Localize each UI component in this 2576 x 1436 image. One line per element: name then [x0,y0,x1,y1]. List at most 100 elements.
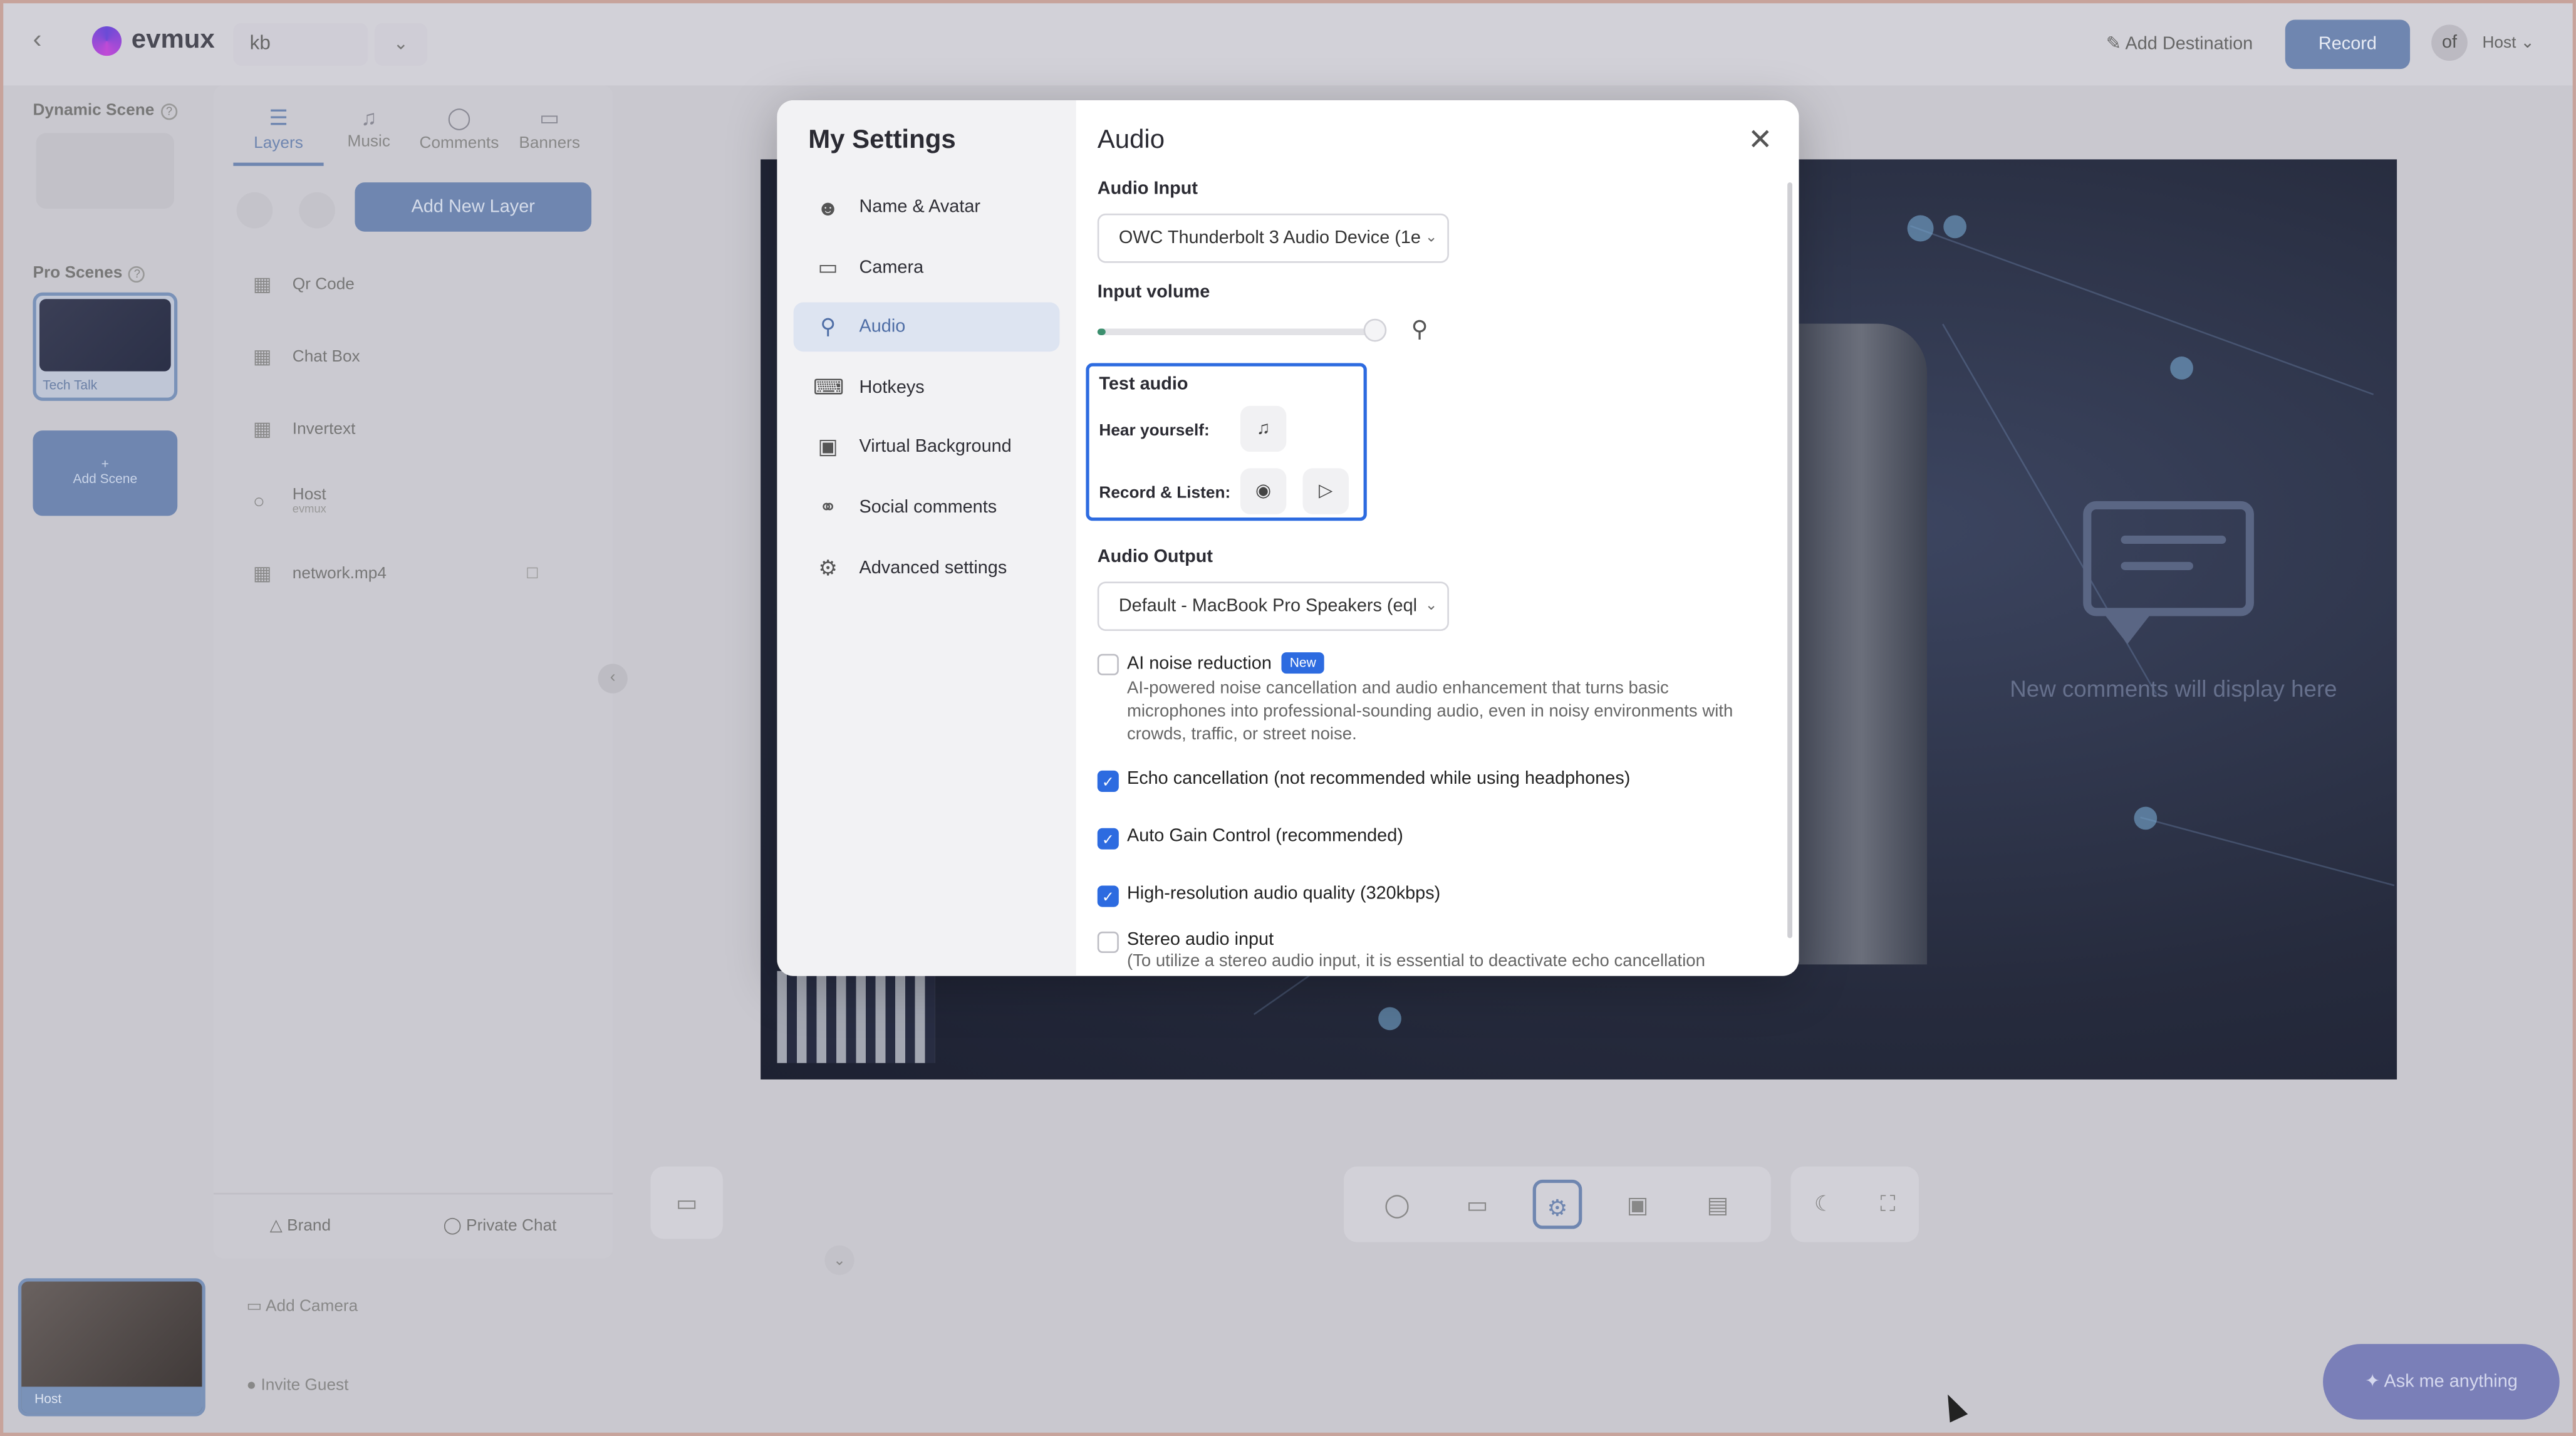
back-chevron-icon[interactable]: ‹ [33,26,41,56]
input-volume-slider[interactable] [1097,318,1386,342]
monitor-icon: ▭ [675,1189,698,1216]
sidebar-item-label: Social comments [859,497,997,518]
comments-icon: ◯ [447,105,472,130]
add-camera-button[interactable]: ▭ Add Camera [246,1298,358,1316]
sidebar-item-audio[interactable]: ⚲ Audio [793,303,1060,352]
collapse-panel-icon[interactable]: ‹ [598,663,628,694]
lock-icon[interactable]: ☐ [526,565,539,583]
grid-icon: ▦ [252,273,272,296]
sidebar-item-camera[interactable]: ▭ Camera [794,242,1060,292]
sidebar-item-hotkeys[interactable]: ⌨ Hotkeys [794,363,1060,412]
participant-name: Host [34,1392,62,1407]
brand-icon: △ [269,1217,283,1236]
private-chat-button[interactable]: ◯ Private Chat [443,1217,556,1236]
add-new-layer-button[interactable]: Add New Layer [355,182,592,232]
moon-icon[interactable]: ☾ [1814,1191,1834,1217]
play-icon: ▷ [1319,481,1333,501]
tab-label: Layers [254,135,303,153]
studio-dropdown-chevron-icon[interactable]: ⌄ [374,23,427,66]
hear-yourself-button[interactable]: ♫ [1240,405,1287,452]
tab-comments[interactable]: ◯ Comments [414,105,504,166]
audio-input-select[interactable]: OWC Thunderbolt 3 Audio Device (1e ⌄ [1097,213,1449,263]
speaker-muted-icon: ♫ [1256,419,1270,439]
person-icon: ○ [252,489,265,513]
list-item[interactable]: ▦ Invertext [214,393,613,465]
echo-cancellation-checkbox[interactable]: ✓ [1097,770,1119,792]
share-screen-icon: ▣ [1626,1191,1649,1218]
tab-layers[interactable]: ☰ Layers [233,105,324,166]
tab-banners[interactable]: ▭ Banners [504,105,595,166]
ai-noise-checkbox[interactable] [1097,653,1119,675]
media-controls: ◯ ▭ ⚙ ▣ ▤ [1344,1166,1771,1242]
layer-label: Qr Code [292,275,355,294]
mic-icon: ◯ [1384,1191,1410,1218]
avatar[interactable]: of [2431,24,2468,61]
close-icon[interactable]: ✕ [1748,123,1773,158]
help-icon[interactable]: ? [160,102,178,120]
app-window: ‹ evmux kb ⌄ ✎ Add Destination Record of… [0,0,2576,1436]
participant-tile[interactable]: Host [18,1278,205,1417]
dynamic-scene-thumbnail[interactable] [36,133,174,209]
ai-noise-label: AI noise reduction [1126,653,1272,674]
sidebar-item-social-comments[interactable]: ⚭ Social comments [794,483,1060,533]
chevron-down-icon[interactable]: ⌄ [824,1245,854,1275]
qr-code [777,970,935,1063]
audio-output-value: Default - MacBook Pro Speakers (eql [1118,596,1418,617]
list-item[interactable]: ▦ Chat Box [214,320,613,392]
network-node [2134,806,2158,830]
echo-label: Echo cancellation (not recommended while… [1126,769,1631,789]
fullscreen-icon[interactable]: ⛶ [1881,1191,1896,1217]
add-destination-button[interactable]: ✎ Add Destination [2106,33,2253,54]
screen-layout-button[interactable]: ▭ [650,1166,723,1239]
invite-guest-button[interactable]: ● Invite Guest [246,1377,348,1395]
list-item[interactable]: ○ Host evmux [214,465,613,537]
user-menu[interactable]: Host ⌄ [2482,34,2534,53]
tab-music[interactable]: ♫ Music [324,105,414,166]
audio-output-label: Audio Output [1097,547,1213,567]
ask-me-anything-button[interactable]: ✦ Ask me anything [2323,1344,2560,1420]
microphone-button[interactable]: ◯ [1373,1180,1422,1229]
calendar-button[interactable]: ▤ [1693,1180,1743,1229]
help-icon[interactable]: ? [128,265,146,282]
list-item[interactable]: ▦ network.mp4 ☐ [214,538,613,610]
share-screen-button[interactable]: ▣ [1613,1180,1663,1229]
keyboard-icon: ⌨ [813,374,844,399]
new-badge: New [1281,652,1324,674]
person-icon: ● [246,1376,257,1395]
hear-yourself-label: Hear yourself: [1099,422,1210,440]
add-scene-button[interactable]: + Add Scene [33,430,178,516]
list-item[interactable]: ▦ Qr Code [214,248,613,320]
network-node [1378,1007,1401,1031]
record-button[interactable]: Record [2285,19,2411,70]
ai-noise-title: AI noise reduction New [1127,652,1771,674]
studio-name-field[interactable]: kb [233,23,368,66]
slider-thumb[interactable] [1363,318,1386,342]
pro-scenes-title: Pro Scenes ? [33,264,197,283]
undo-icon[interactable] [236,192,273,229]
add-camera-label: Add Camera [266,1298,358,1316]
camera-button[interactable]: ▭ [1453,1180,1502,1229]
settings-button[interactable]: ⚙ [1532,1179,1582,1229]
sidebar-item-virtual-background[interactable]: ▣ Virtual Background [794,423,1060,472]
sidebar-item-label: Advanced settings [859,558,1007,578]
scrollbar[interactable] [1787,182,1793,939]
auto-gain-checkbox[interactable]: ✓ [1097,828,1119,850]
sidebar-item-name-avatar[interactable]: ☻ Name & Avatar [794,182,1060,232]
sidebar-item-label: Name & Avatar [859,197,980,217]
view-controls: ☾ ⛶ [1790,1166,1919,1242]
pro-scene-thumbnail[interactable]: Tech Talk [33,292,178,401]
sidebar-item-advanced-settings[interactable]: ⚙ Advanced settings [794,543,1060,593]
record-test-button[interactable]: ◉ [1240,468,1287,514]
ask-label: Ask me anything [2384,1371,2518,1392]
redo-icon[interactable] [299,192,335,229]
comment-line [2121,561,2193,570]
audio-output-select[interactable]: Default - MacBook Pro Speakers (eql ⌄ [1097,581,1449,632]
network-node [1907,215,1934,242]
brand-button[interactable]: △ Brand [270,1217,331,1236]
stereo-input-checkbox[interactable] [1097,931,1119,953]
logo-mark-icon [91,26,122,56]
high-resolution-checkbox[interactable]: ✓ [1097,885,1119,907]
private-chat-label: Private Chat [466,1217,557,1236]
play-test-button[interactable]: ▷ [1302,468,1349,514]
invite-guest-label: Invite Guest [261,1376,349,1395]
